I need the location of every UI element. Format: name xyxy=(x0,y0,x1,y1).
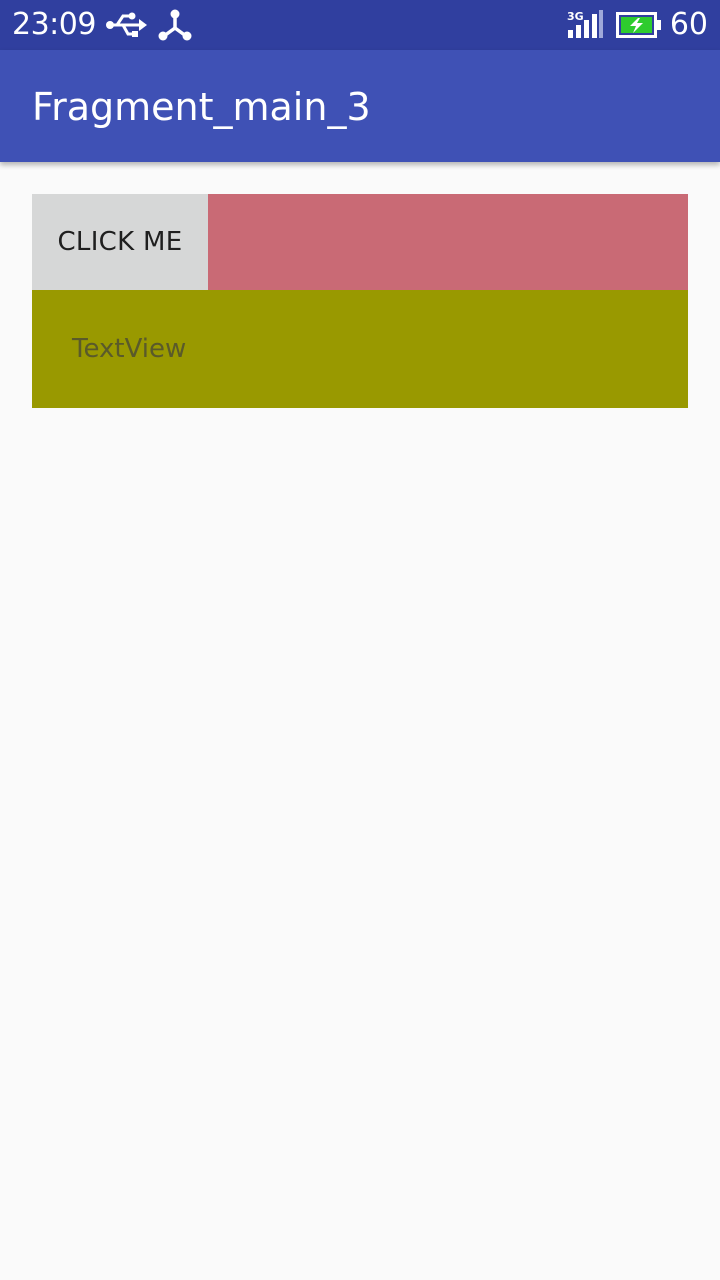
click-me-button[interactable]: CLICK ME xyxy=(32,194,208,290)
fragment-content: CLICK ME TextView xyxy=(32,194,688,408)
signal-icon: 3G xyxy=(567,10,603,38)
app-bar: Fragment_main_3 xyxy=(0,50,720,162)
top-row: CLICK ME xyxy=(32,194,688,290)
battery-level: 60 xyxy=(669,7,708,42)
text-view: TextView xyxy=(72,334,187,364)
pink-block xyxy=(208,194,688,290)
olive-block: TextView xyxy=(32,290,688,408)
status-time: 23:09 xyxy=(12,7,96,42)
status-bar: 23:09 3G 60 xyxy=(0,0,720,50)
share-icon xyxy=(158,9,192,41)
network-type-label: 3G xyxy=(567,10,584,23)
battery-charging-icon xyxy=(616,12,661,38)
page-title: Fragment_main_3 xyxy=(32,85,371,129)
usb-icon xyxy=(106,12,147,37)
